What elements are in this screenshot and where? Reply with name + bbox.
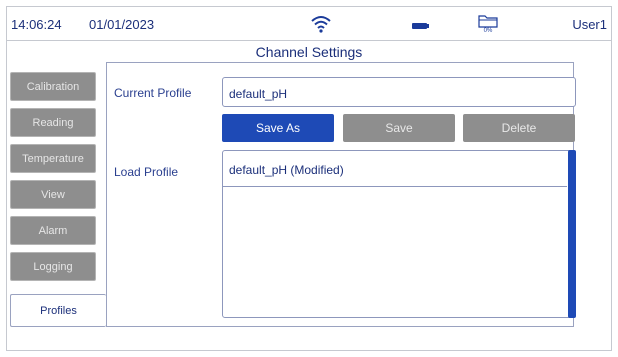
status-date: 01/01/2023 [89, 17, 155, 32]
load-profile-list[interactable]: default_pH (Modified) [222, 150, 576, 318]
tab-logging[interactable]: Logging [10, 252, 96, 281]
user-name[interactable]: User1 [572, 17, 607, 32]
delete-button[interactable]: Delete [463, 114, 575, 142]
status-time: 14:06:24 [11, 17, 62, 32]
tab-calibration[interactable]: Calibration [10, 72, 96, 101]
list-scrollbar[interactable] [568, 150, 576, 318]
list-item[interactable]: default_pH (Modified) [223, 151, 567, 187]
battery-icon [412, 23, 429, 29]
tab-temperature[interactable]: Temperature [10, 144, 96, 173]
tab-profiles[interactable]: Profiles [10, 294, 106, 327]
current-profile-label: Current Profile [114, 86, 192, 100]
current-profile-field[interactable]: default_pH [222, 77, 576, 107]
save-as-button[interactable]: Save As [222, 114, 334, 142]
tab-alarm[interactable]: Alarm [10, 216, 96, 245]
tab-reading[interactable]: Reading [10, 108, 96, 137]
save-button[interactable]: Save [343, 114, 455, 142]
storage-folder-icon: 0% [477, 14, 499, 38]
page-title: Channel Settings [255, 44, 363, 60]
storage-percent: 0% [483, 28, 493, 34]
load-profile-label: Load Profile [114, 165, 179, 179]
status-bar: 14:06:24 01/01/2023 0% User1 [7, 7, 611, 41]
tab-view[interactable]: View [10, 180, 96, 209]
wifi-icon [311, 16, 331, 33]
